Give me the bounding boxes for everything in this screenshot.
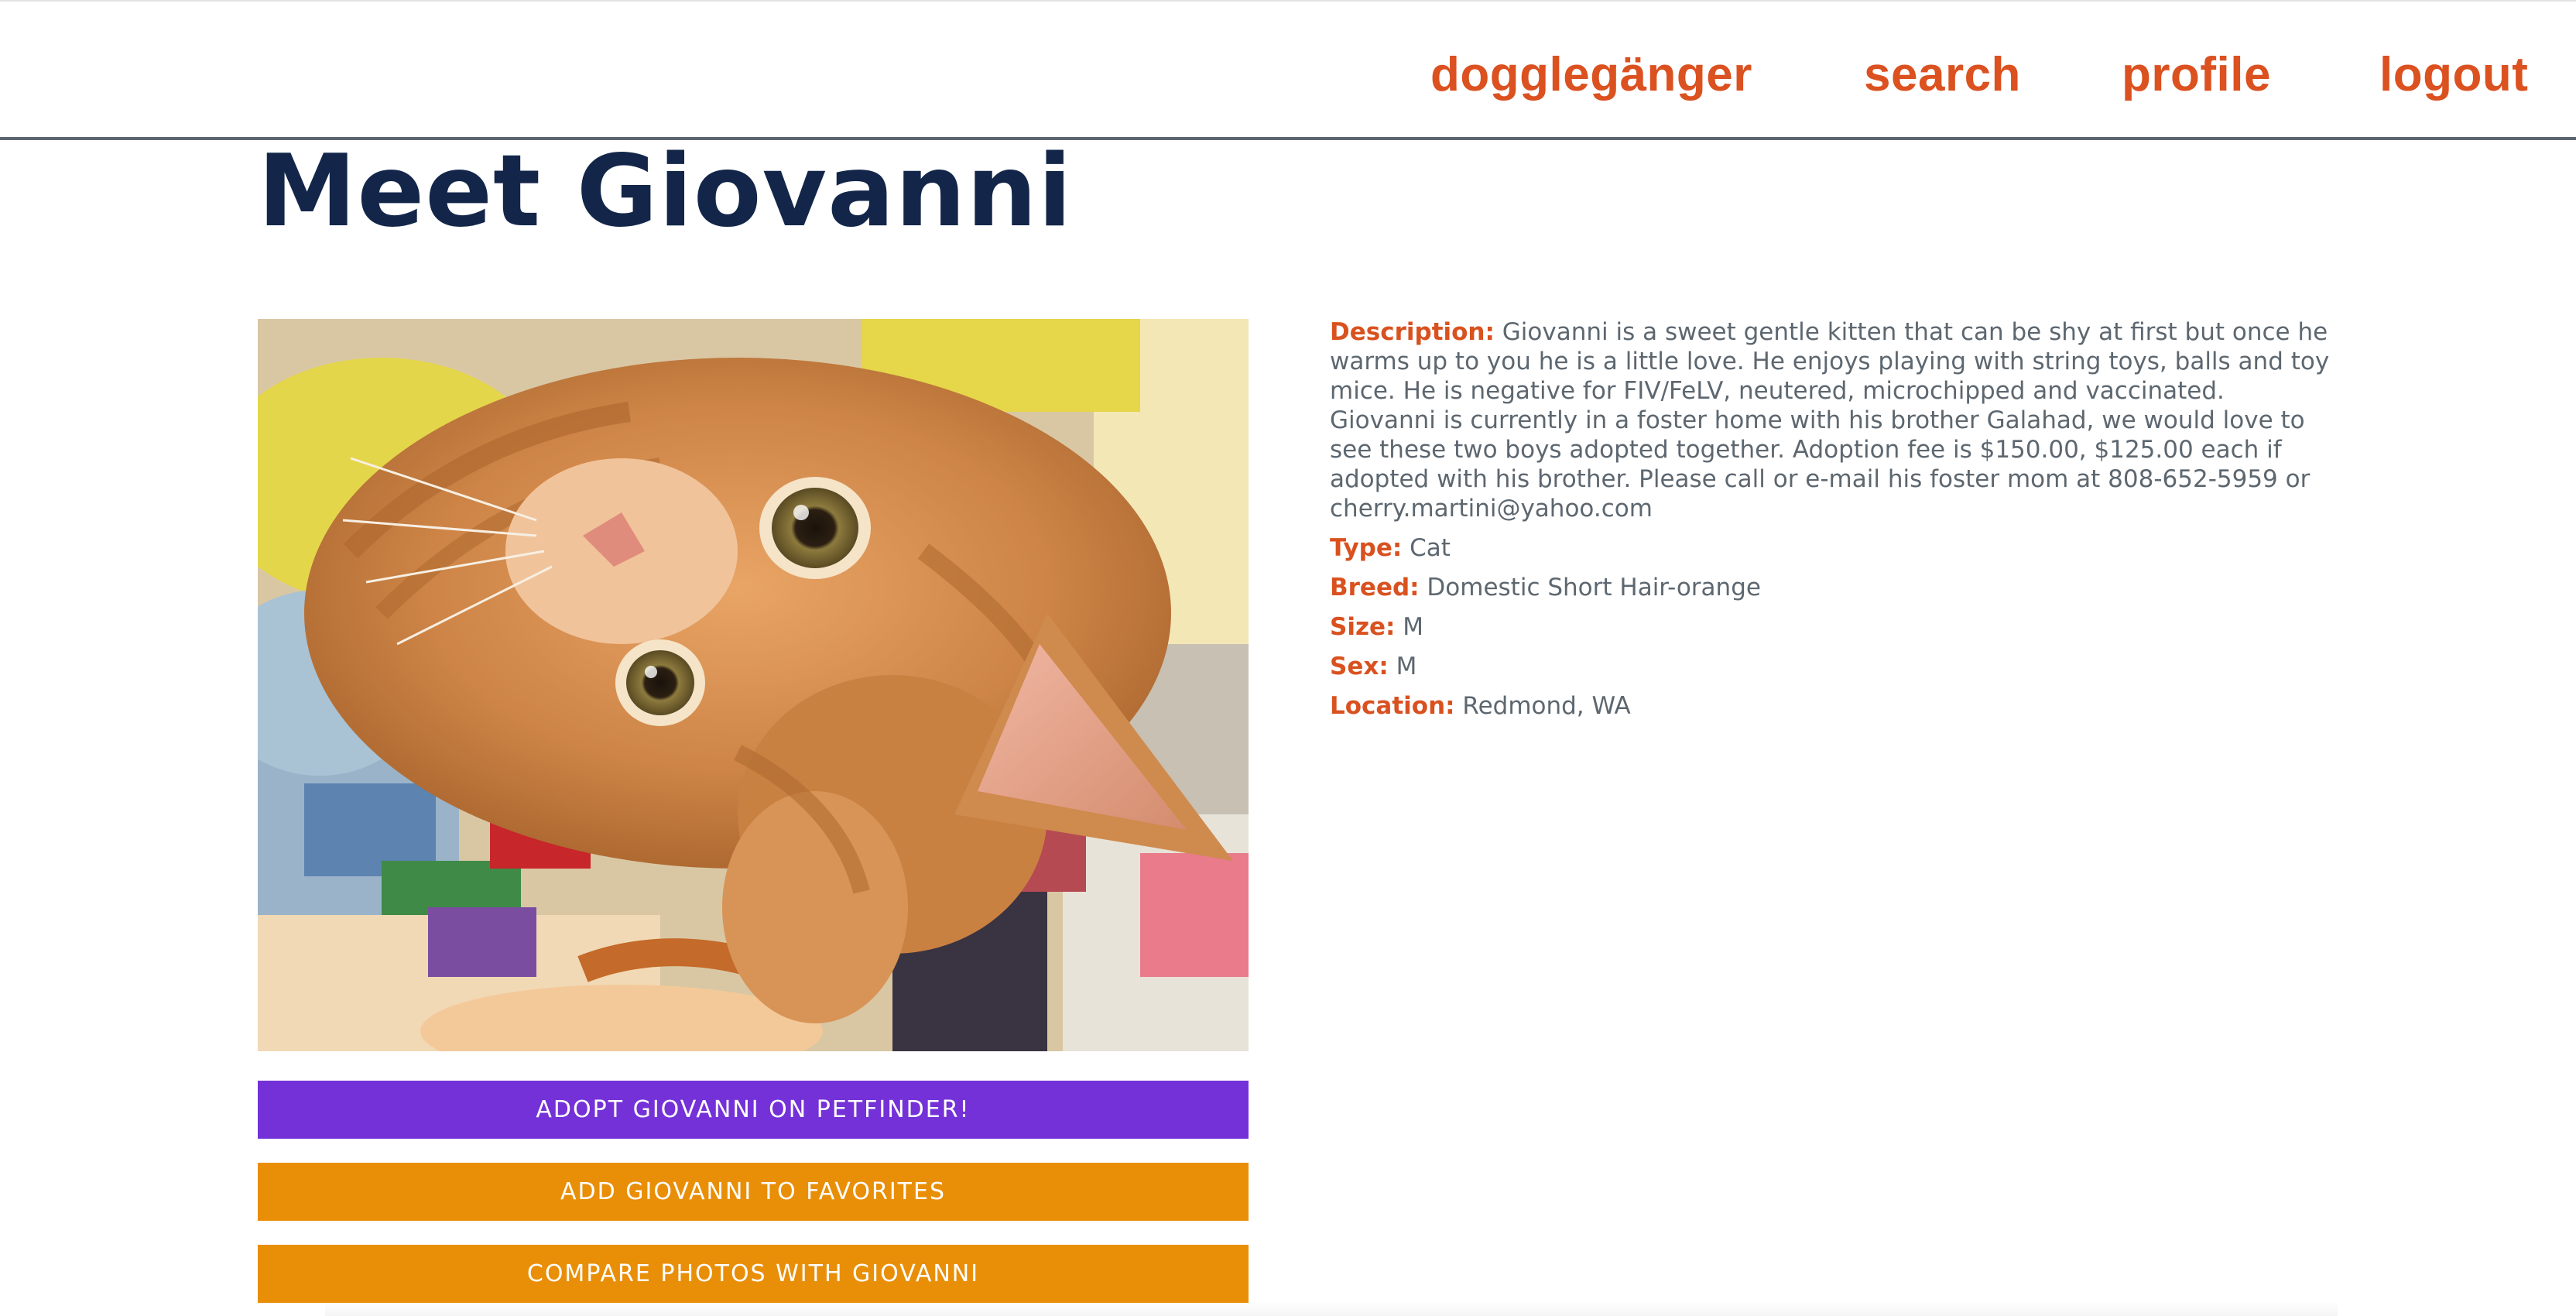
description-label: Description: xyxy=(1330,318,1495,346)
brand-link[interactable]: dogglegänger xyxy=(1430,42,1752,108)
size-label: Size: xyxy=(1330,613,1396,641)
breed-value: Domestic Short Hair-orange xyxy=(1427,574,1761,601)
pet-photo xyxy=(258,319,1249,1051)
location-row: Location: Redmond, WA xyxy=(1330,691,2336,721)
type-label: Type: xyxy=(1330,534,1403,562)
compare-photos-button[interactable]: COMPARE PHOTOS WITH GIOVANNI xyxy=(258,1245,1249,1303)
top-navbar: dogglegänger search profile logout xyxy=(0,0,2576,140)
nav-search-link[interactable]: search xyxy=(1864,42,2021,108)
type-row: Type: Cat xyxy=(1330,533,2336,563)
location-value: Redmond, WA xyxy=(1462,692,1631,720)
sex-label: Sex: xyxy=(1330,653,1389,680)
breed-row: Breed: Domestic Short Hair-orange xyxy=(1330,573,2336,602)
adopt-on-petfinder-button[interactable]: ADOPT GIOVANNI ON PETFINDER! xyxy=(258,1081,1249,1139)
sex-row: Sex: M xyxy=(1330,652,2336,681)
pet-detail-page: dogglegänger search profile logout Meet … xyxy=(0,0,2576,1316)
size-row: Size: M xyxy=(1330,612,2336,642)
pet-details: Description: Giovanni is a sweet gentle … xyxy=(1330,317,2336,731)
type-value: Cat xyxy=(1410,534,1451,562)
description-row: Description: Giovanni is a sweet gentle … xyxy=(1330,317,2336,523)
description-text: Giovanni is a sweet gentle kitten that c… xyxy=(1330,318,2330,523)
pet-photo-image xyxy=(258,319,1249,1051)
location-label: Location: xyxy=(1330,692,1455,720)
add-to-favorites-button[interactable]: ADD GIOVANNI TO FAVORITES xyxy=(258,1163,1249,1221)
breed-label: Breed: xyxy=(1330,574,1420,601)
nav-logout-link[interactable]: logout xyxy=(2379,42,2528,108)
page-title: Meet Giovanni xyxy=(258,134,1073,249)
nav-profile-link[interactable]: profile xyxy=(2122,42,2271,108)
bottom-shadow xyxy=(325,1301,2338,1316)
size-value: M xyxy=(1403,613,1424,641)
sex-value: M xyxy=(1396,653,1417,680)
